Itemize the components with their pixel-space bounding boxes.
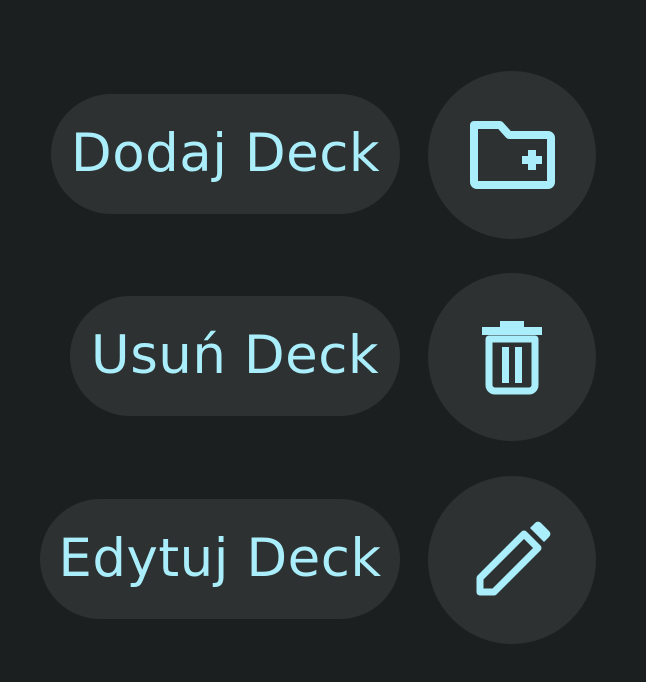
- fab-speed-dial-menu: Dodaj Deck Usuń Deck Edytuj Deck: [0, 0, 646, 682]
- edit-deck-label-button[interactable]: Edytuj Deck: [40, 499, 400, 619]
- add-deck-button[interactable]: [428, 71, 596, 239]
- delete-deck-label-button[interactable]: Usuń Deck: [70, 296, 400, 416]
- action-delete-deck: Usuń Deck: [0, 273, 646, 443]
- edit-deck-button[interactable]: [428, 476, 596, 644]
- add-deck-label-button[interactable]: Dodaj Deck: [51, 94, 400, 214]
- action-edit-deck: Edytuj Deck: [0, 476, 646, 646]
- delete-deck-button[interactable]: [428, 273, 596, 441]
- folder-add-icon: [470, 121, 555, 189]
- action-add-deck: Dodaj Deck: [0, 71, 646, 241]
- trash-icon: [482, 321, 542, 395]
- pencil-icon: [476, 521, 551, 596]
